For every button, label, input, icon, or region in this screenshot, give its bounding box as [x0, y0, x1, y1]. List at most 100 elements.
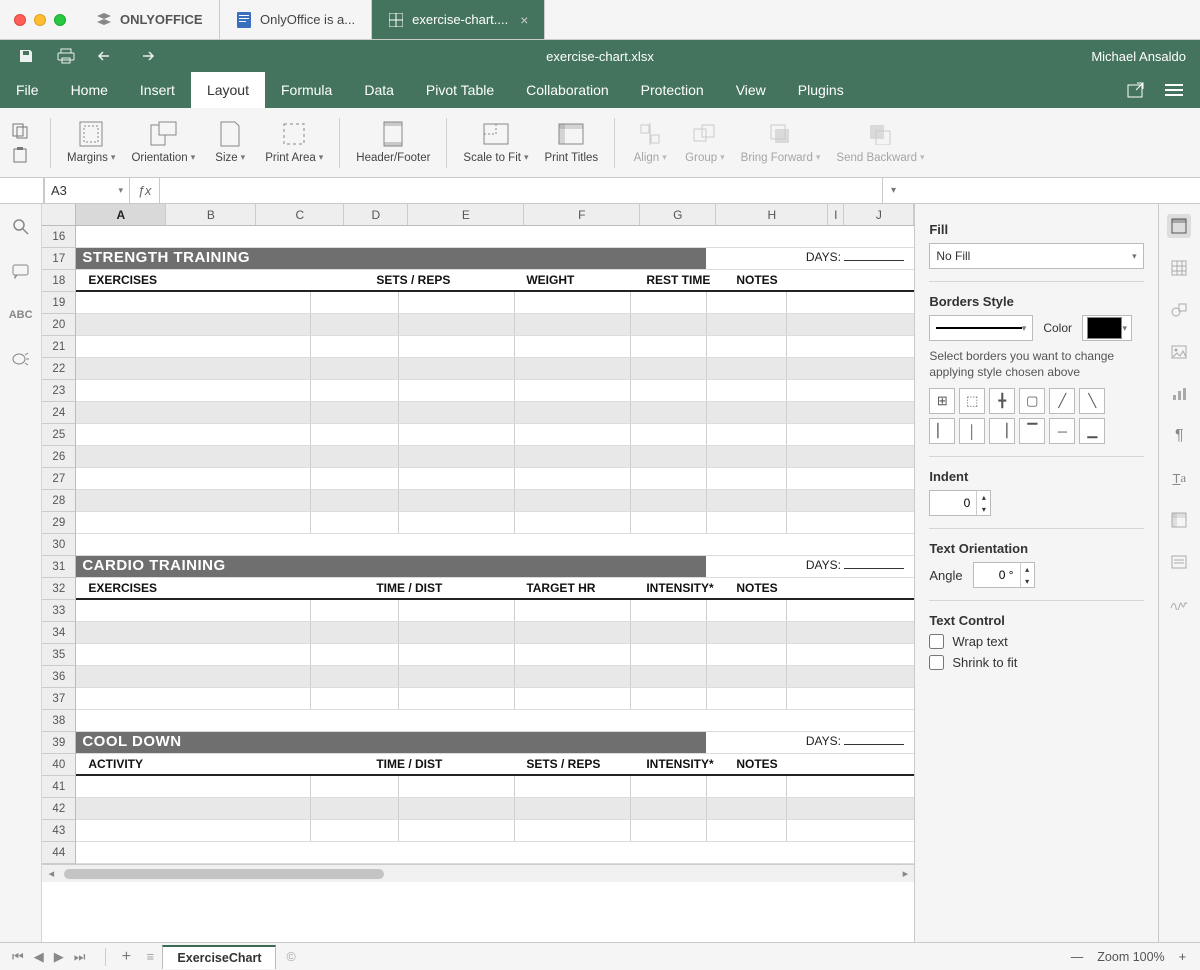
formula-expand-icon[interactable]: ▾ [882, 178, 904, 203]
row-cells[interactable] [76, 512, 914, 534]
menu-view[interactable]: View [720, 72, 782, 108]
days-field[interactable]: DAYS: [806, 558, 904, 572]
zoom-in-button[interactable]: + [1179, 950, 1186, 964]
first-sheet-icon[interactable]: ⏮ [12, 949, 24, 965]
row-header[interactable]: 27 [42, 468, 76, 490]
signature-settings-icon[interactable] [1167, 592, 1191, 616]
scroll-thumb[interactable] [64, 869, 384, 879]
formula-input[interactable] [160, 178, 882, 203]
header-footer-button[interactable]: Header/Footer [348, 114, 438, 172]
chevron-down-icon[interactable]: ▾ [118, 185, 123, 196]
print-titles-button[interactable]: Print Titles [536, 114, 606, 172]
save-icon[interactable] [16, 46, 36, 66]
border-bottom-icon[interactable]: ▁ [1079, 418, 1105, 444]
spellcheck-icon[interactable]: ABC [10, 304, 32, 326]
border-color-select[interactable]: ▾ [1082, 315, 1132, 341]
row-cells[interactable] [76, 842, 914, 864]
menu-data[interactable]: Data [348, 72, 410, 108]
row-cells[interactable] [76, 776, 914, 798]
paragraph-settings-icon[interactable]: ¶ [1167, 424, 1191, 448]
row-cells[interactable] [76, 666, 914, 688]
row-header[interactable]: 23 [42, 380, 76, 402]
row-header[interactable]: 31 [42, 556, 76, 578]
row-cells[interactable] [76, 402, 914, 424]
close-tab-icon[interactable]: × [520, 12, 528, 28]
border-diag-up-icon[interactable]: ╱ [1049, 388, 1075, 414]
scale-to-fit-button[interactable]: Scale to Fit▾ [455, 114, 536, 172]
redo-icon[interactable] [136, 46, 156, 66]
days-field[interactable]: DAYS: [806, 734, 904, 748]
row-cells[interactable] [76, 820, 914, 842]
row-header[interactable]: 25 [42, 424, 76, 446]
wrap-text-checkbox[interactable]: Wrap text [929, 634, 1143, 649]
col-header-B[interactable]: B [166, 204, 256, 225]
row-cells[interactable] [76, 468, 914, 490]
row-cells[interactable]: STRENGTH TRAININGDAYS: [76, 248, 914, 270]
angle-stepper[interactable]: ▴▾ [973, 562, 1035, 588]
comment-icon[interactable] [10, 260, 32, 282]
column-headers[interactable]: ABCDEFGHIJ [42, 204, 914, 226]
border-hcenter-icon[interactable]: ─ [1049, 418, 1075, 444]
row-header[interactable]: 26 [42, 446, 76, 468]
scroll-left-icon[interactable]: ◂ [42, 867, 60, 880]
row-cells[interactable] [76, 644, 914, 666]
border-inner-icon[interactable]: ╋ [989, 388, 1015, 414]
row-header[interactable]: 30 [42, 534, 76, 556]
menu-layout[interactable]: Layout [191, 72, 265, 108]
row-cells[interactable]: CARDIO TRAININGDAYS: [76, 556, 914, 578]
print-icon[interactable] [56, 46, 76, 66]
row-cells[interactable] [76, 600, 914, 622]
row-header[interactable]: 19 [42, 292, 76, 314]
menu-insert[interactable]: Insert [124, 72, 191, 108]
col-header-F[interactable]: F [524, 204, 640, 225]
zoom-label[interactable]: Zoom 100% [1097, 950, 1164, 964]
indent-stepper[interactable]: ▴▾ [929, 490, 991, 516]
step-down-icon[interactable]: ▾ [977, 503, 990, 515]
table-settings-icon[interactable] [1167, 256, 1191, 280]
sheet-menu-icon[interactable]: ≡ [138, 950, 162, 964]
shape-settings-icon[interactable] [1167, 298, 1191, 322]
menu-file[interactable]: File [0, 72, 55, 108]
cell-settings-icon[interactable] [1167, 214, 1191, 238]
col-header-E[interactable]: E [408, 204, 524, 225]
col-header-D[interactable]: D [344, 204, 408, 225]
row-header[interactable]: 39 [42, 732, 76, 754]
zoom-out-button[interactable]: — [1071, 950, 1084, 964]
border-top-icon[interactable]: ▔ [1019, 418, 1045, 444]
border-none-icon[interactable]: ⬚ [959, 388, 985, 414]
hamburger-icon[interactable] [1164, 80, 1184, 100]
scroll-right-icon[interactable]: ▸ [896, 867, 914, 880]
row-header[interactable]: 22 [42, 358, 76, 380]
chart-settings-icon[interactable] [1167, 382, 1191, 406]
spreadsheet-grid[interactable]: ABCDEFGHIJ 1617STRENGTH TRAININGDAYS: 18… [42, 204, 914, 942]
close-window-icon[interactable] [14, 14, 26, 26]
print-area-button[interactable]: Print Area▾ [257, 114, 331, 172]
menu-pivot[interactable]: Pivot Table [410, 72, 510, 108]
row-header[interactable]: 20 [42, 314, 76, 336]
border-left-icon[interactable]: ▏ [929, 418, 955, 444]
row-header[interactable]: 43 [42, 820, 76, 842]
copy-icon[interactable] [10, 122, 32, 140]
row-cells[interactable]: EXERCISESSETS / REPSWEIGHTREST TIMENOTES [76, 270, 914, 292]
row-cells[interactable] [76, 490, 914, 512]
minimize-window-icon[interactable] [34, 14, 46, 26]
row-header[interactable]: 29 [42, 512, 76, 534]
row-header[interactable]: 21 [42, 336, 76, 358]
row-cells[interactable] [76, 446, 914, 468]
doc-tab-1[interactable]: OnlyOffice is a... [220, 0, 372, 39]
menu-plugins[interactable]: Plugins [782, 72, 860, 108]
step-up-icon[interactable]: ▴ [977, 491, 990, 503]
row-cells[interactable]: ACTIVITYTIME / DISTSETS / REPSINTENSITY*… [76, 754, 914, 776]
doc-tab-2[interactable]: exercise-chart.... × [372, 0, 545, 39]
row-cells[interactable] [76, 424, 914, 446]
select-all-corner[interactable] [42, 204, 76, 225]
row-cells[interactable] [76, 358, 914, 380]
border-all-icon[interactable]: ⊞ [929, 388, 955, 414]
row-cells[interactable] [76, 710, 914, 732]
row-header[interactable]: 34 [42, 622, 76, 644]
cell-name-box[interactable]: A3 ▾ [44, 178, 130, 203]
border-style-select[interactable]: ▾ [929, 315, 1033, 341]
open-location-icon[interactable] [1126, 80, 1146, 100]
last-sheet-icon[interactable]: ⏭ [74, 949, 86, 965]
undo-icon[interactable] [96, 46, 116, 66]
